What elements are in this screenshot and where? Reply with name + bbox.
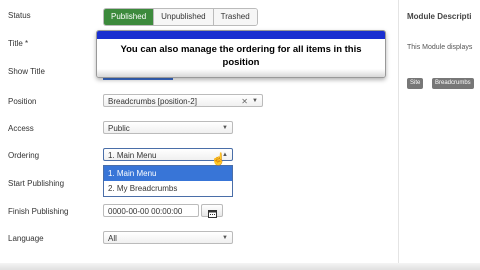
position-label: Position — [8, 97, 37, 106]
finish-publishing-input[interactable]: 0000-00-00 00:00:00 — [103, 204, 199, 217]
tag-badge: Site — [407, 78, 424, 89]
clear-icon[interactable]: ✕ — [241, 95, 248, 108]
status-published-button[interactable]: Published — [104, 9, 154, 25]
start-publishing-label: Start Publishing — [8, 179, 65, 188]
ordering-value: 1. Main Menu — [108, 151, 157, 160]
right-panel-divider — [398, 0, 399, 270]
status-toggle[interactable]: Published Unpublished Trashed — [103, 8, 258, 26]
ordering-option[interactable]: 1. Main Menu — [104, 166, 232, 181]
caption-footer — [97, 69, 385, 77]
calendar-button[interactable] — [201, 204, 223, 218]
caption-text: You can also manage the ordering for all… — [120, 44, 362, 68]
ordering-option[interactable]: 2. My Breadcrumbs — [104, 181, 232, 196]
tutorial-caption: You can also manage the ordering for all… — [96, 30, 386, 78]
status-trashed-button[interactable]: Trashed — [212, 9, 257, 25]
caption-top-bar — [97, 31, 385, 39]
language-label: Language — [8, 234, 44, 243]
access-select[interactable]: Public ▼ — [103, 121, 233, 134]
chevron-down-icon: ▼ — [222, 125, 228, 131]
module-description-title: Module Descripti — [407, 12, 472, 21]
language-select[interactable]: All ▼ — [103, 231, 233, 244]
position-value: Breadcrumbs [position-2] — [108, 97, 197, 106]
access-label: Access — [8, 124, 34, 133]
status-label: Status — [8, 11, 31, 20]
ordering-dropdown: 1. Main Menu 2. My Breadcrumbs — [103, 165, 233, 197]
chevron-down-icon: ▼ — [222, 235, 228, 241]
position-select[interactable]: Breadcrumbs [position-2] ✕ ▼ — [103, 94, 263, 107]
finish-publishing-label: Finish Publishing — [8, 207, 69, 216]
bottom-toolbar — [0, 263, 480, 270]
status-unpublished-button[interactable]: Unpublished — [153, 9, 213, 25]
language-value: All — [108, 234, 117, 243]
ordering-label: Ordering — [8, 151, 40, 160]
calendar-icon — [207, 210, 217, 218]
hand-cursor-icon: ☝ — [211, 152, 226, 166]
tag-badge: Breadcrumbs — [432, 78, 474, 89]
chevron-down-icon: ▼ — [252, 98, 258, 104]
module-description-text: This Module displays — [407, 44, 473, 51]
title-label: Title * — [8, 39, 29, 48]
show-title-label: Show Title — [8, 67, 45, 76]
access-value: Public — [108, 124, 130, 133]
